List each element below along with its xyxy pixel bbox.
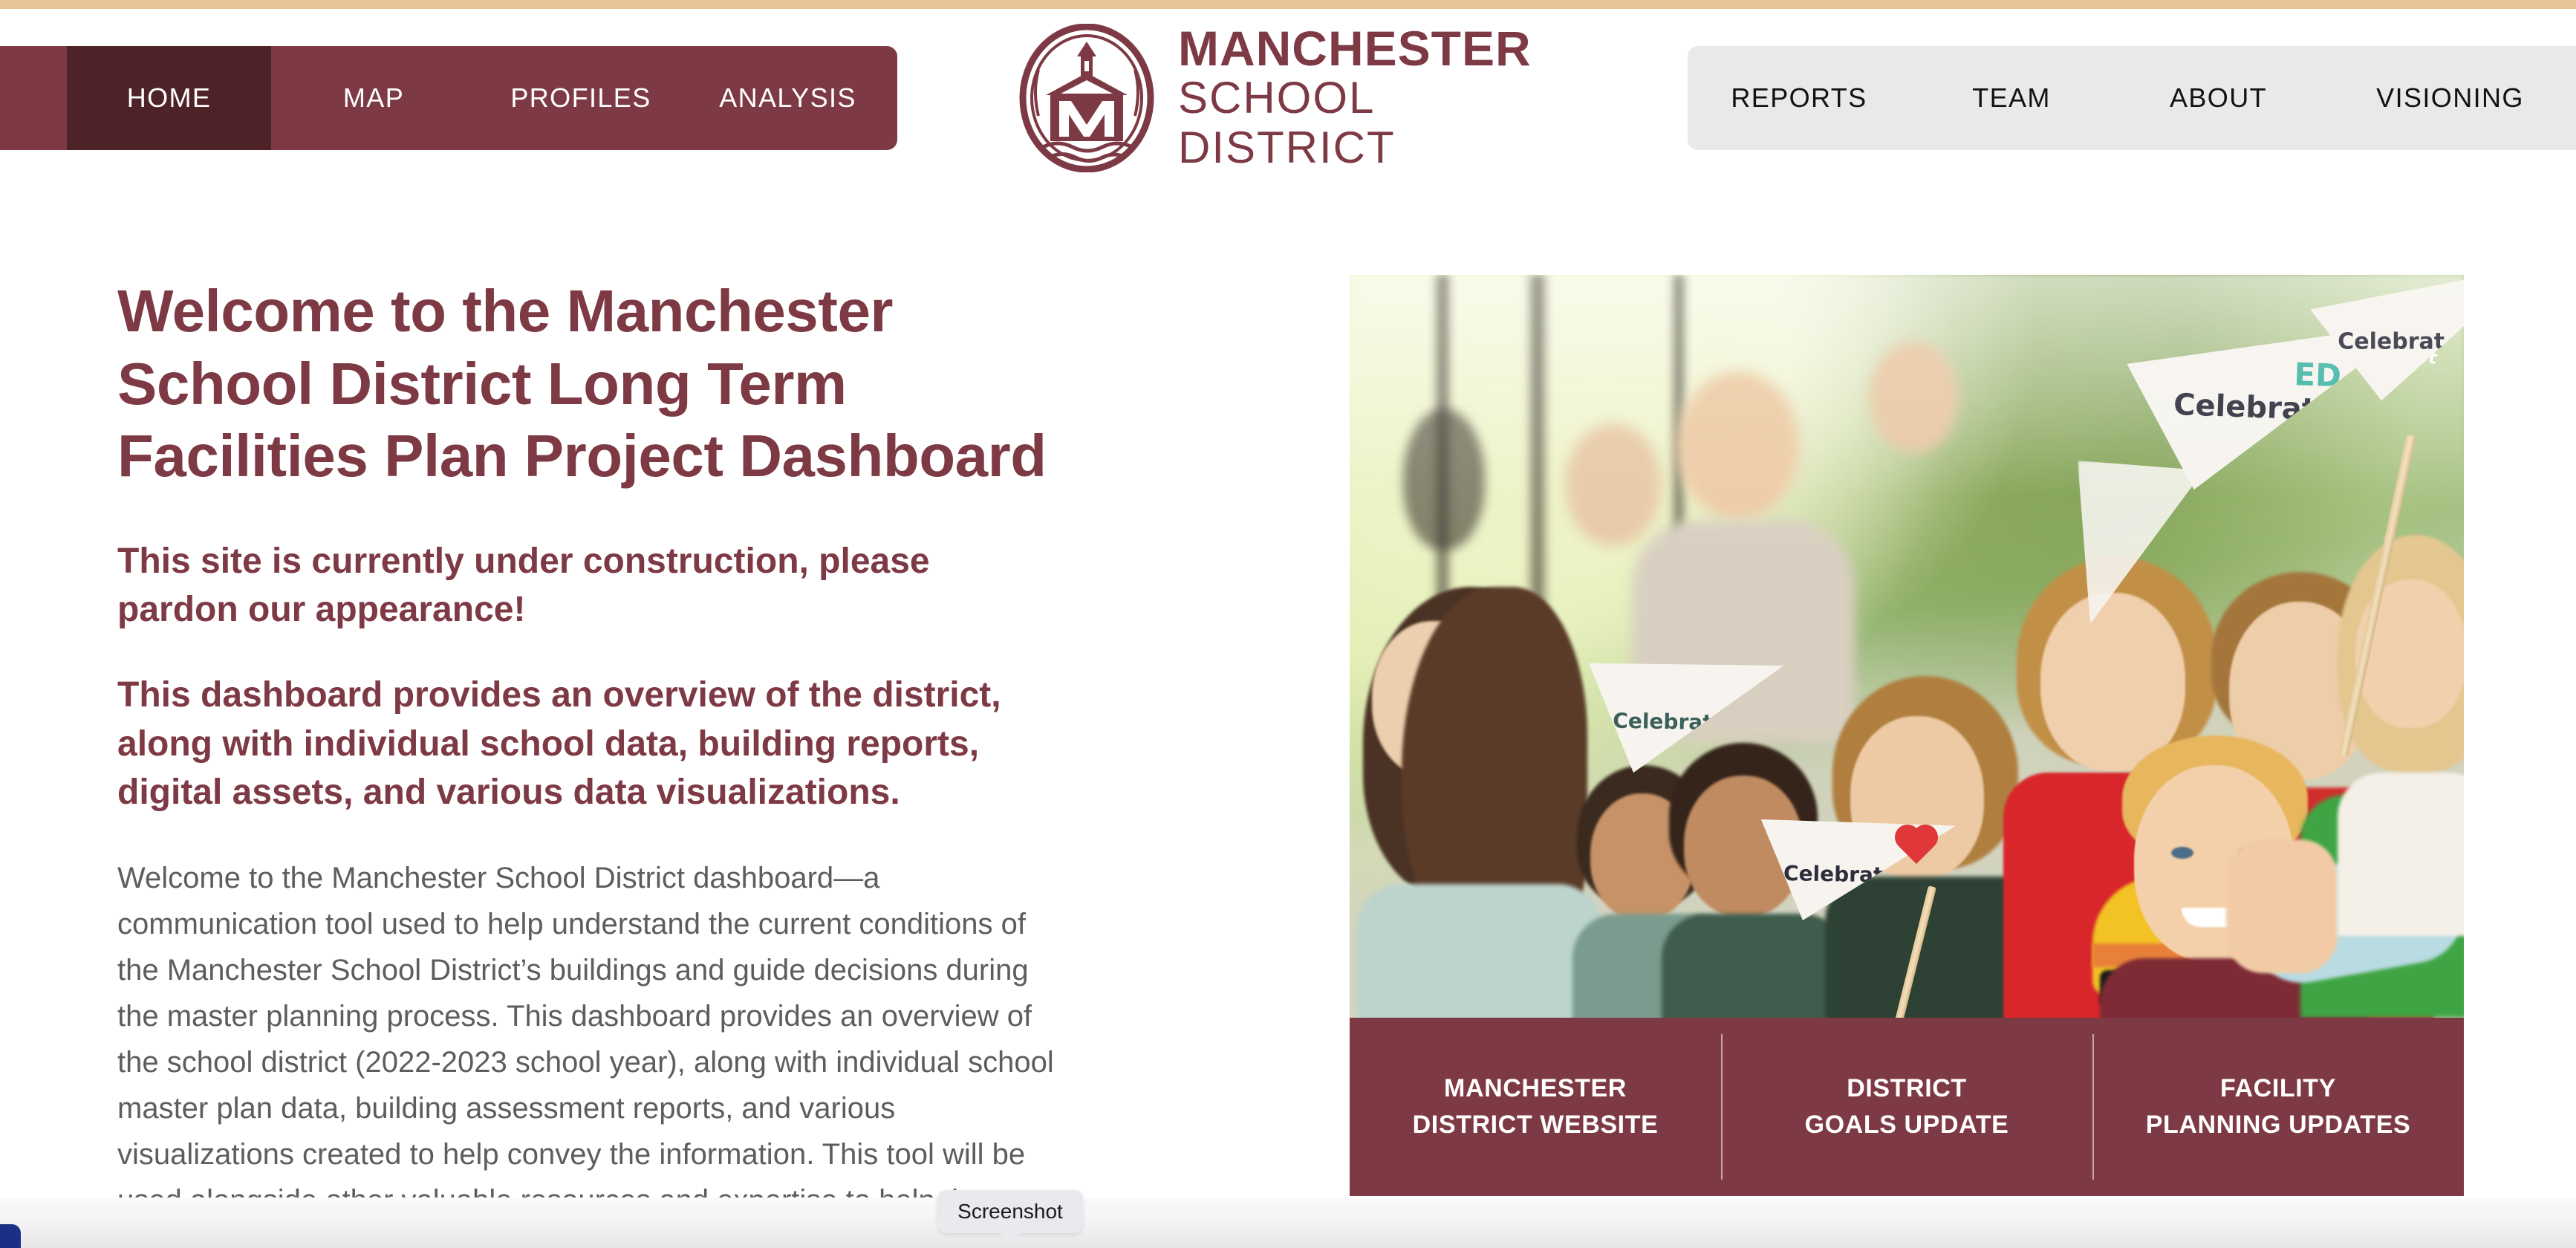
nav-item-visioning[interactable]: VISIONING [2324, 46, 2576, 150]
main-content: Welcome to the Manchester School Distric… [0, 178, 2576, 1248]
primary-nav-right[interactable]: REPORTS TEAM ABOUT VISIONING [1688, 46, 2576, 150]
nav-item-profiles[interactable]: PROFILES [476, 46, 686, 150]
logo-line-manchester: MANCHESTER [1178, 20, 1532, 76]
button-line-1: DISTRICT [1847, 1073, 1967, 1102]
hero-photo: Celebrat ED mht Celebrat Celebrat [1350, 275, 2464, 1018]
site-logo[interactable]: MANCHESTER SCHOOL DISTRICT [1016, 19, 1566, 177]
intro-body-text: Welcome to the Manchester School Distric… [117, 862, 1054, 1248]
nav-left-spacer [0, 46, 67, 150]
photo-depth-haze [1350, 275, 2464, 587]
button-facility-planning-updates[interactable]: FACILITY PLANNING UPDATES [2092, 1018, 2464, 1196]
nav-item-team[interactable]: TEAM [1910, 46, 2112, 150]
button-line-2: GOALS UPDATE [1804, 1111, 2009, 1139]
nav-item-map[interactable]: MAP [271, 46, 476, 150]
photo-hand-pointing [2226, 839, 2338, 973]
logo-wordmark: MANCHESTER SCHOOL DISTRICT [1178, 24, 1566, 172]
os-bottom-bar [0, 1197, 2576, 1248]
primary-nav-left[interactable]: HOME MAP PROFILES ANALYSIS [0, 46, 897, 150]
button-line-1: FACILITY [2220, 1073, 2336, 1102]
construction-notice: This site is currently under constructio… [117, 541, 930, 630]
button-line-2: DISTRICT WEBSITE [1412, 1111, 1659, 1139]
page-root: HOME MAP PROFILES ANALYSIS MANCHESTER SC… [0, 0, 2576, 1248]
button-line-2: PLANNING UPDATES [2145, 1111, 2411, 1139]
pennant-flag-left: Celebrat [1595, 631, 1818, 854]
nav-item-home[interactable]: HOME [67, 46, 271, 150]
site-header: HOME MAP PROFILES ANALYSIS MANCHESTER SC… [0, 9, 2576, 178]
flag-text-celebrated-4: Celebrat [1613, 708, 1713, 735]
nav-item-about[interactable]: ABOUT [2112, 46, 2324, 150]
hero-card: Celebrat ED mht Celebrat Celebrat [1350, 275, 2464, 1248]
flag-text-celebrated-3: Celebrat [1783, 861, 1884, 888]
button-manchester-district-website[interactable]: MANCHESTER DISTRICT WEBSITE [1350, 1018, 1721, 1196]
page-title: Welcome to the Manchester School Distric… [117, 278, 1047, 490]
intro-column: Welcome to the Manchester School Distric… [117, 275, 1090, 1248]
school-seal-icon [1019, 24, 1154, 172]
screenshot-tooltip: Screenshot [937, 1190, 1083, 1243]
nav-item-analysis[interactable]: ANALYSIS [686, 46, 890, 150]
photo-child-eye-left [2171, 847, 2193, 859]
button-district-goals-update[interactable]: DISTRICT GOALS UPDATE [1721, 1018, 2092, 1196]
top-accent-border [0, 0, 2576, 9]
logo-line-school-district: SCHOOL DISTRICT [1178, 72, 1396, 172]
app-dock-icon[interactable] [0, 1224, 21, 1248]
dashboard-summary: This dashboard provides an overview of t… [117, 675, 1001, 812]
flag-heart-icon-2 [1898, 828, 1935, 865]
photo-child-darkhair-left [1357, 587, 1602, 1018]
nav-item-reports[interactable]: REPORTS [1688, 46, 1910, 150]
button-line-1: MANCHESTER [1444, 1073, 1627, 1102]
hero-button-bar[interactable]: MANCHESTER DISTRICT WEBSITE DISTRICT GOA… [1350, 1018, 2464, 1196]
